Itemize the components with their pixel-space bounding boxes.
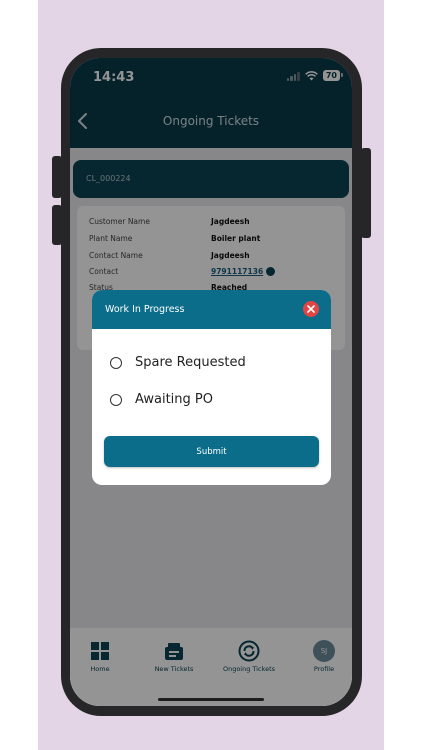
option-label[interactable]: Spare Requested [135,355,246,370]
dialog-header: Work In Progress [92,290,331,329]
radio-button[interactable] [110,356,122,369]
submit-button[interactable]: Submit [104,436,319,467]
phone-side-button-right [361,148,371,238]
work-in-progress-dialog: Work In Progress Spare Requested Awaitin… [92,290,331,485]
close-icon[interactable] [307,305,315,313]
option-spare-requested[interactable]: Spare Requested [110,355,246,370]
option-label[interactable]: Awaiting PO [135,392,213,407]
option-awaiting-po[interactable]: Awaiting PO [110,392,213,407]
dialog-title: Work In Progress [105,304,185,315]
close-button[interactable] [303,301,319,317]
radio-button[interactable] [110,393,122,406]
